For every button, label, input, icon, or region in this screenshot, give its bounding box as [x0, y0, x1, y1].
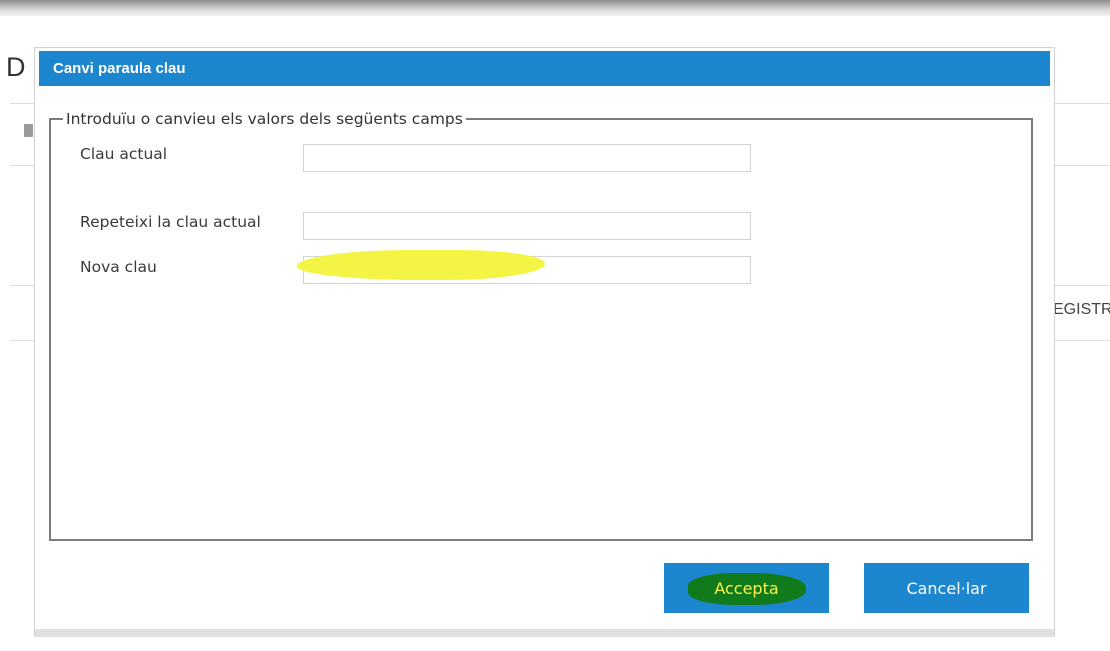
cancel-button[interactable]: Cancel·lar [864, 563, 1029, 613]
dialog-footer [35, 629, 1054, 637]
new-password-input[interactable] [303, 256, 751, 284]
group-legend: Introduïu o canvieu els valors dels segü… [66, 110, 463, 128]
background-column-text: EGISTR [1053, 301, 1110, 318]
cancel-button-label: Cancel·lar [906, 578, 987, 598]
change-password-dialog: Canvi paraula clau Introduïu o canvieu e… [34, 47, 1055, 637]
new-password-label: Nova clau [80, 258, 157, 276]
dialog-title: Canvi paraula clau [39, 51, 1050, 86]
repeat-password-label: Repeteixi la clau actual [80, 213, 261, 231]
accept-button-label: Accepta [714, 578, 779, 598]
accept-button[interactable]: Accepta [664, 563, 829, 613]
repeat-password-input[interactable] [303, 212, 751, 240]
fields-group: Introduïu o canvieu els valors dels segü… [49, 110, 1033, 541]
current-password-label: Clau actual [80, 145, 168, 163]
window-top-shadow [0, 0, 1110, 16]
current-password-input[interactable] [303, 144, 751, 172]
document-icon [24, 124, 33, 137]
background-heading: D [6, 52, 26, 82]
